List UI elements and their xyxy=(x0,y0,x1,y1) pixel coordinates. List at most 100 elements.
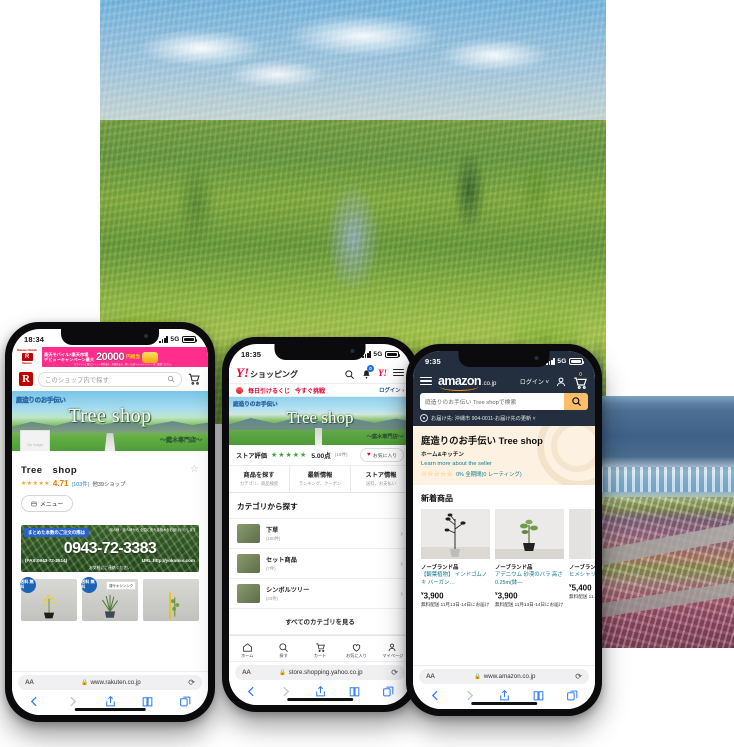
url-host[interactable]: 🔒 www.rakuten.co.jp xyxy=(38,679,185,686)
amazon-logo[interactable]: amazon .co.jp xyxy=(438,374,497,391)
favorite-star-icon[interactable]: ☆ xyxy=(190,464,199,475)
address-bar[interactable]: AA 🔒 store.shopping.yahoo.co.jp ⟳ xyxy=(235,665,405,680)
rakuten-promo-banner[interactable]: Rakuten Mobile R Rakuten 楽天モバイル×楽天市場 デビュ… xyxy=(12,347,208,367)
shop-url[interactable]: URL:http://yokomis.com xyxy=(142,558,195,563)
address-bar[interactable]: AA 🔒 www.rakuten.co.jp ⟳ xyxy=(18,675,202,690)
product-card[interactable]: ノーブランド品 アデニウム 砂漠のバラ 高さ0.25m(鉢― ¥3,900 無料… xyxy=(495,508,564,609)
store-rating-row: ★★★★★ 4.71 (103件) 他39ショップ xyxy=(21,479,199,488)
yahoo-account-icon[interactable]: Y! xyxy=(378,368,387,378)
store-category: ホーム&キッチン xyxy=(421,452,465,458)
forward-button[interactable] xyxy=(279,685,292,698)
menu-icon xyxy=(31,501,37,506)
list-item[interactable]: セット商品 (7件) › xyxy=(229,547,411,578)
banner-tagline: 庭造りのお手伝い xyxy=(233,402,278,408)
phone-number[interactable]: 0943-72-3383 xyxy=(21,540,199,558)
banner-title: Tree shop xyxy=(68,405,152,427)
text-size-button[interactable]: AA xyxy=(242,669,251,676)
menu-button[interactable]: メニュー xyxy=(21,495,74,512)
tabs-icon[interactable] xyxy=(179,695,192,708)
hamburger-icon[interactable] xyxy=(420,376,432,386)
delivery-location[interactable]: お届け先: 沖縄市 904-0011-お届け先の更新 ˅ xyxy=(420,414,588,422)
tabbar-item-home[interactable]: ホーム xyxy=(229,640,265,659)
status-right: 5G xyxy=(546,358,585,365)
product-card[interactable]: 送料 無料 xyxy=(20,577,77,621)
list-item[interactable]: シンボルツリー (43件) › xyxy=(229,577,411,608)
reload-icon[interactable]: ⟳ xyxy=(391,668,398,677)
tabbar-item-search[interactable]: 探す xyxy=(265,640,301,659)
network-label: 5G xyxy=(557,358,567,365)
phone-amazon-screen: 9:35 5G amazon .co.jp ログイン ˅ 0 庭造りのお手伝い … xyxy=(413,351,595,709)
status-right: 5G xyxy=(159,336,198,343)
share-icon[interactable] xyxy=(498,689,511,702)
tab-store-info[interactable]: ストア情報 送料、お支払い xyxy=(350,466,411,492)
status-time: 18:35 xyxy=(241,350,262,359)
text-size-button[interactable]: AA xyxy=(25,679,34,686)
bookmarks-icon[interactable] xyxy=(141,695,154,708)
forward-button[interactable] xyxy=(66,695,79,708)
bookmarks-icon[interactable] xyxy=(532,689,545,702)
product-card[interactable]: ノーブランド品 【観葉植物】 インドゴムノキ バーガン… ¥3,900 無料配送… xyxy=(421,508,490,609)
text-size-button[interactable]: AA xyxy=(426,673,435,680)
hamburger-icon[interactable] xyxy=(393,368,404,377)
product-brand: ノーブランド品 xyxy=(495,564,533,571)
tabs-icon[interactable] xyxy=(382,685,395,698)
back-button[interactable] xyxy=(429,689,442,702)
category-text: シンボルツリー (43件) xyxy=(266,585,309,602)
amazon-smile-icon xyxy=(440,386,478,391)
cart-icon[interactable] xyxy=(187,372,201,386)
product-image xyxy=(421,508,490,559)
yahoo-shopping-logo[interactable]: Y! ショッピング xyxy=(236,366,298,380)
login-link[interactable]: ログイン › xyxy=(379,386,404,394)
url-host[interactable]: 🔒 store.shopping.yahoo.co.jp xyxy=(255,669,388,676)
forward-button[interactable] xyxy=(463,689,476,702)
rating-count[interactable]: (103件) xyxy=(71,480,89,488)
tabs-icon[interactable] xyxy=(566,689,579,702)
yahoo-kuji-bar[interactable]: 毎日引けるくじ 今すぐ挑戦 ログイン › xyxy=(229,383,411,397)
login-link[interactable]: ログイン ˅ xyxy=(520,377,549,386)
kuji-label: 毎日引けるくじ xyxy=(248,388,291,395)
share-icon[interactable] xyxy=(104,695,117,708)
tabbar-item-favorites[interactable]: お気に入り xyxy=(338,640,374,659)
share-icon[interactable] xyxy=(314,685,327,698)
seller-info-link[interactable]: Learn more about the seller xyxy=(421,461,587,467)
url-host[interactable]: 🔒 www.amazon.co.jp xyxy=(439,673,572,680)
product-title[interactable]: アデニウム 砂漠のバラ 高さ0.25m(鉢― xyxy=(495,572,564,588)
signal-icon xyxy=(159,336,168,343)
product-card[interactable]: 送料 無料 椿サキシンシク xyxy=(81,577,138,621)
address-bar[interactable]: AA 🔒 www.amazon.co.jp ⟳ xyxy=(419,669,589,684)
person-icon[interactable] xyxy=(555,375,567,387)
product-title[interactable]: ヒメシャリ シャリンバ xyxy=(569,572,595,580)
amazon-domain: .co.jp xyxy=(481,381,497,387)
back-button[interactable] xyxy=(245,685,258,698)
search-icon[interactable] xyxy=(344,367,355,379)
product-card[interactable] xyxy=(143,579,199,621)
rating-text[interactable]: 0% 全期間(0 レーティング) xyxy=(456,470,522,478)
rakuten-r-icon: R xyxy=(21,353,33,361)
bookmarks-icon[interactable] xyxy=(348,685,361,698)
tabbar-item-cart[interactable]: カート xyxy=(302,640,338,659)
product-title[interactable]: 【観葉植物】 インドゴムノキ バーガン… xyxy=(421,572,490,588)
tab-products[interactable]: 商品を探す カテゴリ、商品検索 xyxy=(229,466,289,492)
search-button[interactable] xyxy=(564,393,588,410)
home-icon xyxy=(242,640,253,652)
shop-contact-banner[interactable]: まとめた本数のご注文の際は 個人様・法人様から 全国に売れる植木をお届けいたしま… xyxy=(21,525,199,572)
rakuten-logo[interactable]: R xyxy=(19,372,33,386)
back-button[interactable] xyxy=(28,695,41,708)
rating-stars: ★★★★★ xyxy=(21,481,50,487)
search-input[interactable]: 庭造りのお手伝い Tree shopで検索 xyxy=(420,393,564,410)
favorite-button[interactable]: ♥ お気に入り xyxy=(359,448,404,462)
bell-icon[interactable]: 0 xyxy=(361,365,374,379)
rakuten-store-info: Tree shop ☆ ★★★★★ 4.71 (103件) 他39ショップ メニ… xyxy=(12,451,208,518)
reload-icon[interactable]: ⟳ xyxy=(188,678,195,687)
tab-news[interactable]: 最新情報 ランキング、クーポン xyxy=(289,466,350,492)
reload-icon[interactable]: ⟳ xyxy=(575,672,582,681)
product-price: ¥3,900 xyxy=(421,591,490,601)
banner-pill-label: まとめた本数のご注文の際は xyxy=(24,528,90,538)
cart-icon[interactable]: 0 xyxy=(573,372,588,389)
product-card[interactable]: ノーブラン ヒメシャリ シャリンバ ¥5,400 無料配送 11…日にお届け xyxy=(569,508,595,609)
list-item[interactable]: 下草 (100件) › xyxy=(229,517,411,548)
promo-content: 楽天モバイル×楽天市場 デビューキャンペーン最大 20000 円相当 ※ポイント… xyxy=(42,347,208,367)
see-all-categories-button[interactable]: すべてのカテゴリを見る xyxy=(229,607,411,635)
battery-icon xyxy=(569,358,585,365)
shop-search-input[interactable]: このショップ内で探す xyxy=(38,371,182,387)
